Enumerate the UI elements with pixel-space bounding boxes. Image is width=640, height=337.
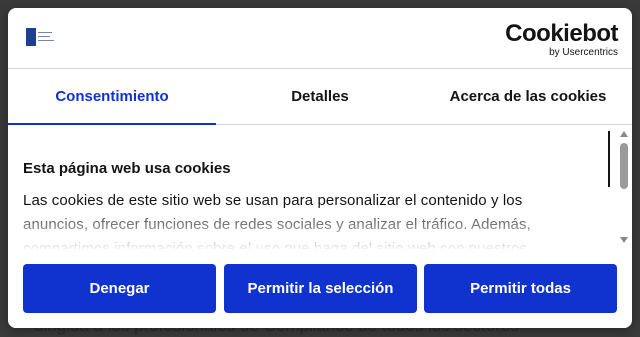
scroll-thumb[interactable] — [620, 143, 628, 189]
tab-consent[interactable]: Consentimiento — [8, 69, 216, 125]
content-heading: Esta página web usa cookies — [23, 160, 231, 177]
dialog-header: Cookiebot by Usercentrics — [8, 8, 632, 69]
scrollbar[interactable] — [618, 131, 630, 243]
tab-about-cookies[interactable]: Acerca de las cookies — [424, 69, 632, 124]
scroll-down-icon[interactable] — [620, 237, 628, 243]
consent-content: Esta página web usa cookies Las cookies … — [8, 125, 632, 249]
site-logo — [26, 28, 56, 48]
tab-bar: Consentimiento Detalles Acerca de las co… — [8, 69, 632, 125]
cookiebot-wordmark: Cookiebot — [505, 20, 618, 47]
cookie-consent-dialog: Cookiebot by Usercentrics Consentimiento… — [8, 8, 632, 328]
cookiebot-subtitle: by Usercentrics — [549, 47, 618, 58]
tab-details[interactable]: Detalles — [216, 69, 424, 124]
allow-all-button[interactable]: Permitir todas — [424, 264, 617, 313]
cookiebot-logo[interactable]: Cookiebot by Usercentrics — [505, 22, 618, 59]
scroll-up-icon[interactable] — [620, 131, 628, 137]
content-fade — [8, 205, 608, 249]
deny-button[interactable]: Denegar — [23, 264, 216, 313]
allow-selection-button[interactable]: Permitir la selección — [224, 264, 417, 313]
content-divider — [608, 131, 610, 187]
button-bar: Denegar Permitir la selección Permitir t… — [8, 249, 632, 328]
